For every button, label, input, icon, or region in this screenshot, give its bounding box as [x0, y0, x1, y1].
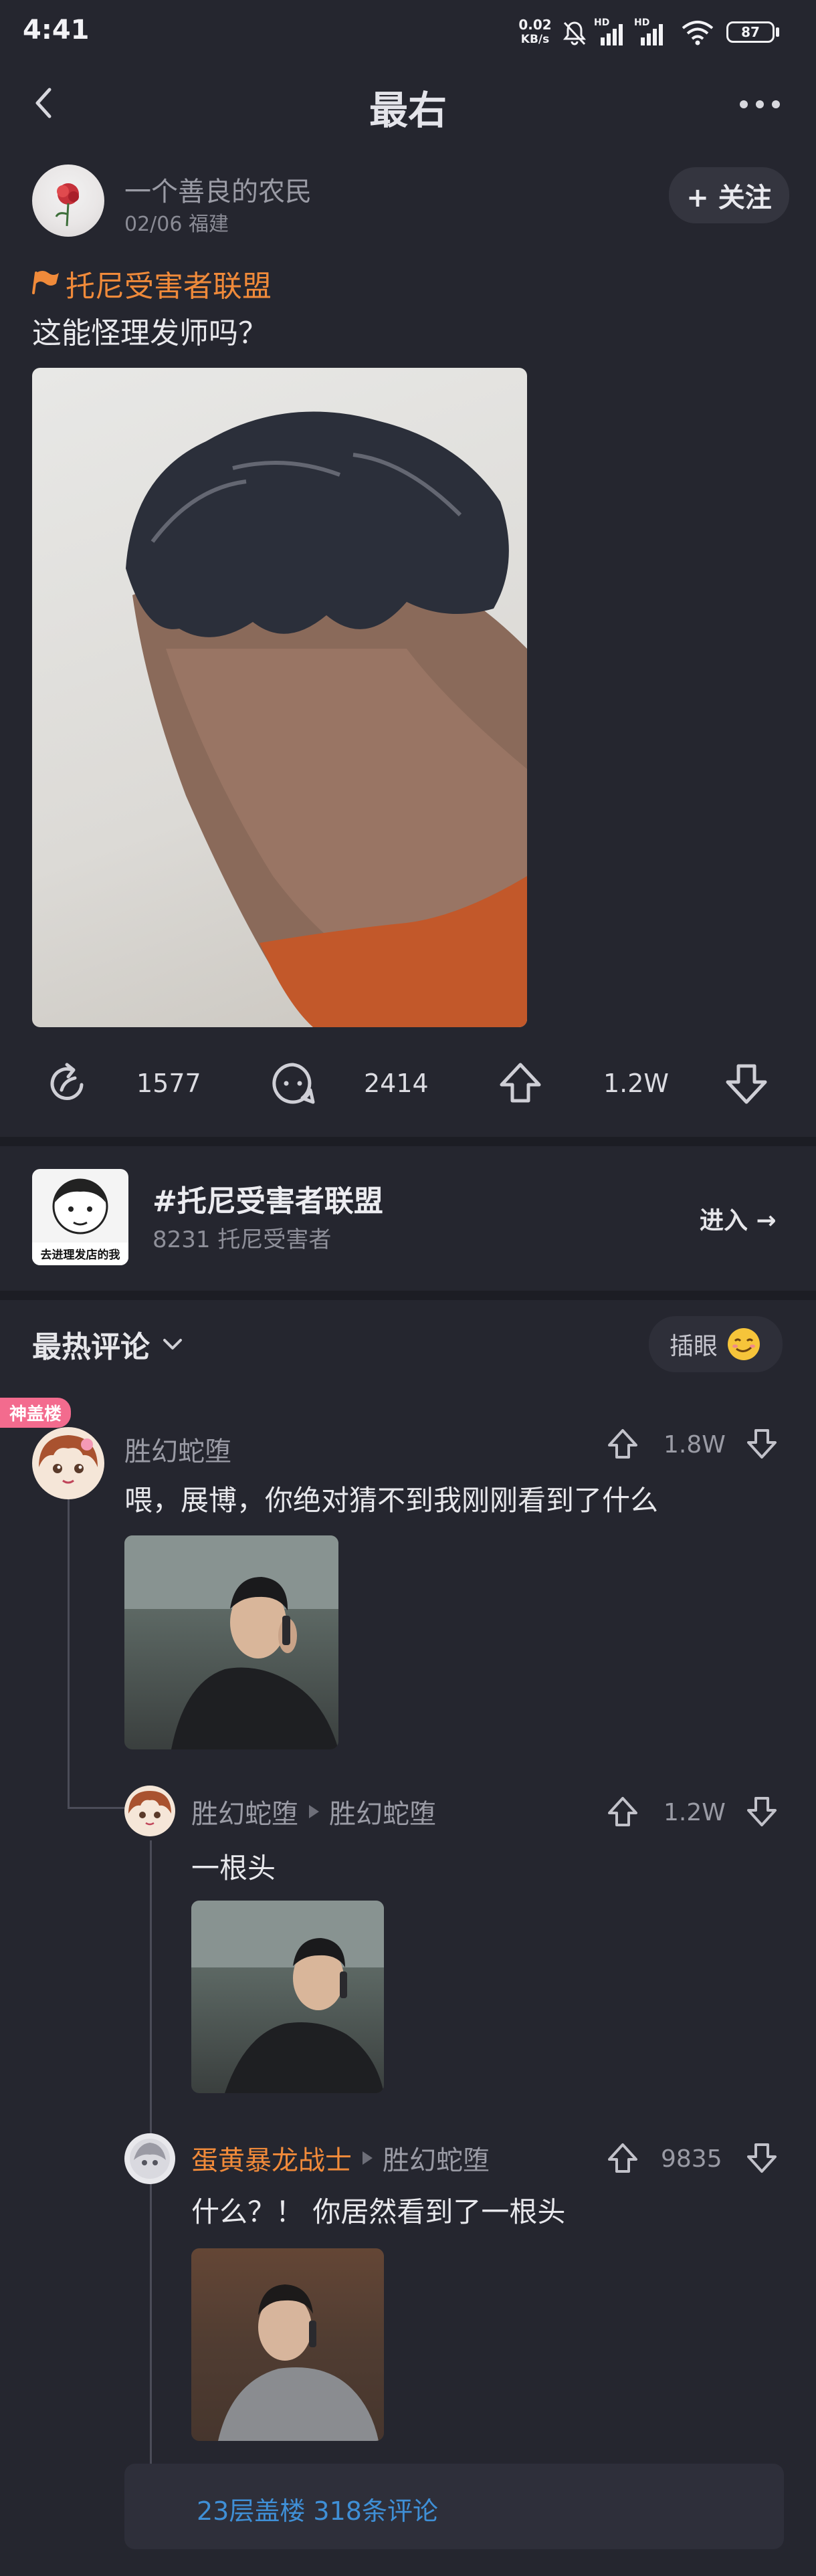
topic-thumbnail: 去进理发店的我: [32, 1169, 128, 1265]
comment-vote-count: 1.8W: [664, 1431, 726, 1459]
topic-card[interactable]: 去进理发店的我 #托尼受害者联盟 8231 托尼受害者 进入 →: [0, 1146, 816, 1291]
reply-vote-count-2: 9835: [661, 2145, 722, 2173]
signal-icon: HD: [594, 17, 627, 47]
post-meta: 02/06 福建: [124, 213, 229, 236]
reply-to-username[interactable]: 胜幻蛇堕: [329, 1792, 436, 1831]
follow-button[interactable]: + 关注: [669, 167, 789, 223]
chevron-down-icon: [163, 1339, 182, 1350]
post-image[interactable]: [32, 368, 527, 1027]
reply-avatar-2[interactable]: [124, 2133, 175, 2184]
reply-text: 一根头: [191, 1852, 276, 1885]
topic-subtitle: 8231 托尼受害者: [152, 1226, 332, 1253]
post-action-bar: 1577 2414 1.2W: [0, 1050, 816, 1117]
section-divider: [0, 1137, 816, 1146]
reply-downvote-icon-2[interactable]: [745, 2141, 779, 2175]
reply-vote-count: 1.2W: [664, 1799, 726, 1826]
thread-line-main: [68, 1498, 70, 1808]
top-nav: 最右: [0, 67, 816, 140]
reply-arrow-icon: [309, 1805, 319, 1818]
comment-username[interactable]: 胜幻蛇堕: [124, 1430, 231, 1469]
comment-downvote-icon[interactable]: [745, 1427, 779, 1461]
downvote-icon[interactable]: [724, 1061, 769, 1106]
signal-icon-2: HD: [634, 17, 668, 47]
upvote-count: 1.2W: [603, 1069, 670, 1098]
status-bar: 4:41 0.02 KB/s HD HD 87: [0, 0, 816, 67]
topic-tag-link[interactable]: 托尼受害者联盟: [66, 262, 272, 305]
author-avatar[interactable]: [32, 165, 104, 237]
more-options-icon[interactable]: [734, 91, 788, 118]
god-comment-badge: 神盖楼: [0, 1398, 72, 1428]
thread-summary-label: 23层盖楼 318条评论: [197, 2496, 438, 2526]
comment-image[interactable]: [124, 1535, 338, 1749]
reply-image[interactable]: [191, 1901, 384, 2093]
thread-line-connector: [68, 1807, 125, 1809]
topic-title: #托尼受害者联盟: [152, 1184, 383, 1218]
reply-downvote-icon[interactable]: [745, 1795, 779, 1828]
comment-icon[interactable]: [270, 1061, 316, 1106]
page-title: 最右: [369, 88, 447, 133]
section-divider-2: [0, 1291, 816, 1300]
battery-icon: 87: [726, 21, 775, 43]
sort-label: 最热评论: [32, 1330, 150, 1364]
comment-count: 2414: [364, 1069, 429, 1098]
view-thread-button[interactable]: 23层盖楼 318条评论: [124, 2464, 784, 2549]
comment-upvote-icon[interactable]: [606, 1427, 639, 1461]
reply-username-2[interactable]: 蛋黄暴龙战士: [191, 2139, 352, 2177]
smirk-emoji-icon: [728, 1328, 760, 1360]
reply-image-2[interactable]: [191, 2248, 384, 2441]
reply-username[interactable]: 胜幻蛇堕: [191, 1792, 298, 1831]
mute-bell-icon: [563, 21, 587, 45]
upvote-icon[interactable]: [498, 1061, 543, 1106]
comment-text: 喂，展博，你绝对猜不到我刚刚看到了什么: [124, 1484, 659, 1517]
wifi-icon: [682, 21, 714, 45]
reply-upvote-icon[interactable]: [606, 1795, 639, 1828]
reply-avatar[interactable]: [124, 1786, 175, 1836]
reply-text-2: 什么？！ 你居然看到了一根头: [191, 2195, 566, 2228]
reply-author-line: 胜幻蛇堕 胜幻蛇堕: [191, 1792, 436, 1831]
status-time: 4:41: [23, 15, 90, 45]
share-count: 1577: [136, 1069, 201, 1098]
sort-dropdown[interactable]: 最热评论: [32, 1323, 185, 1366]
share-icon[interactable]: [45, 1061, 91, 1106]
author-name[interactable]: 一个善良的农民: [124, 170, 312, 209]
reply-to-username-2[interactable]: 胜幻蛇堕: [383, 2139, 490, 2177]
enter-topic-button[interactable]: 进入 →: [700, 1201, 777, 1236]
flag-icon: [32, 271, 59, 294]
reply-upvote-icon-2[interactable]: [606, 2141, 639, 2175]
reply-arrow-icon-2: [363, 2151, 373, 2165]
net-speed: 0.02 KB/s: [518, 17, 552, 46]
insert-eye-button[interactable]: 插眼: [649, 1316, 783, 1372]
topic-thumb-caption: 去进理发店的我: [40, 1249, 120, 1262]
reply-author-line-2: 蛋黄暴龙战士 胜幻蛇堕: [191, 2139, 490, 2177]
post-text: 这能怪理发师吗？: [32, 316, 268, 350]
comment-avatar[interactable]: [32, 1427, 104, 1499]
